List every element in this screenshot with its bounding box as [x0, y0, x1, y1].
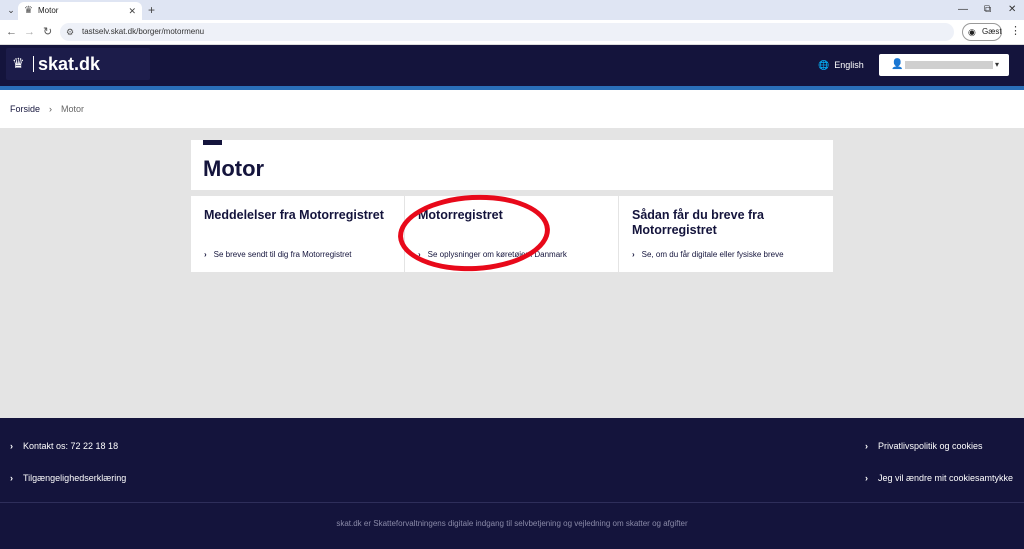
card-title: Meddelelser fra Motorregistret [204, 208, 384, 222]
breadcrumb: Forside › Motor [10, 103, 84, 115]
back-arrow-icon[interactable]: ← [6, 25, 17, 39]
tab-title: Motor [38, 6, 59, 15]
breadcrumb-bar: Forside › Motor [0, 90, 1024, 128]
reload-icon[interactable]: ↻ [43, 25, 52, 39]
browser-address-bar: ← → ↻ ⚙ tastselv.skat.dk/borger/motormen… [0, 20, 1024, 45]
site-header: ♛ skat.dk 🌐 English 👤 ▾ [0, 45, 1024, 86]
forward-arrow-icon[interactable]: → [24, 25, 35, 39]
site-info-icon[interactable]: ⚙ [66, 25, 74, 39]
footer-privacy-label: Privatlivspolitik og cookies [878, 441, 983, 451]
card-breve: Sådan får du breve fra Motorregistret › S… [619, 196, 833, 272]
logo-divider [33, 56, 34, 72]
breadcrumb-home-link[interactable]: Forside [10, 104, 40, 114]
user-menu-dropdown[interactable]: 👤 ▾ [879, 54, 1009, 76]
language-switch-link[interactable]: 🌐 English [818, 59, 864, 71]
card-link-breve[interactable]: › Se, om du får digitale eller fysiske br… [632, 249, 784, 260]
chevron-right-icon: › [10, 441, 13, 451]
chevron-right-icon: › [204, 250, 207, 259]
globe-icon: 🌐 [818, 60, 830, 70]
card-link-meddelelser[interactable]: › Se breve sendt til dig fra Motorregistr… [204, 249, 352, 260]
url-text: tastselv.skat.dk/borger/motormenu [82, 27, 205, 36]
card-title: Sådan får du breve fra Motorregistret [632, 208, 764, 237]
crown-logo-icon: ♛ [12, 55, 25, 71]
user-name-redacted [905, 61, 993, 69]
profile-icon: ◉ [968, 27, 976, 37]
browser-menu-icon[interactable]: ⋮ [1010, 24, 1021, 38]
card-meddelelser: Meddelelser fra Motorregistret › Se breve… [191, 196, 404, 272]
page-title-panel: Motor [191, 140, 833, 190]
footer-tagline: skat.dk er Skatteforvaltningens digitale… [336, 519, 688, 528]
logo-text: skat.dk [38, 54, 101, 74]
footer-accessibility-label: Tilgængelighedserklæring [23, 473, 127, 483]
footer-contact-link[interactable]: › Kontakt os: 72 22 18 18 [10, 440, 118, 452]
footer-privacy-link[interactable]: › Privatlivspolitik og cookies [865, 440, 983, 452]
skat-logo-link[interactable]: ♛ skat.dk [6, 48, 150, 80]
footer-divider [0, 502, 1024, 503]
footer-cookie-label: Jeg vil ændre mit cookiesamtykke [878, 473, 1014, 483]
user-icon: 👤 [891, 59, 904, 70]
chevron-right-icon: › [865, 473, 868, 483]
close-window-icon[interactable]: ✕ [1008, 2, 1016, 18]
breadcrumb-current: Motor [61, 104, 85, 114]
footer-accessibility-link[interactable]: › Tilgængelighedserklæring [10, 472, 126, 484]
caret-down-icon: ▾ [995, 60, 1000, 69]
browser-tab-bar: ⌄ ♛ Motor ✕ + — ⧉ ✕ [0, 0, 1024, 20]
card-link-label: Se, om du får digitale eller fysiske bre… [641, 250, 784, 259]
breadcrumb-chevron-icon: › [49, 104, 53, 114]
minimize-window-icon[interactable]: — [958, 2, 968, 18]
guest-label: Gæst [982, 27, 1002, 36]
browser-tab-motor[interactable]: ♛ Motor ✕ [18, 2, 142, 20]
new-tab-icon[interactable]: + [148, 2, 155, 18]
chevron-right-icon: › [865, 441, 868, 451]
chevron-right-icon: › [10, 473, 13, 483]
language-label: English [834, 60, 864, 70]
card-link-label: Se breve sendt til dig fra Motorregistre… [213, 250, 352, 259]
tab-search-dropdown-icon[interactable]: ⌄ [4, 3, 18, 17]
url-input[interactable]: ⚙ tastselv.skat.dk/borger/motormenu [60, 23, 954, 41]
restore-window-icon[interactable]: ⧉ [984, 2, 991, 18]
tab-close-icon[interactable]: ✕ [128, 5, 136, 17]
title-accent-bar [203, 140, 222, 145]
crown-favicon-icon: ♛ [24, 5, 33, 16]
site-footer: › Kontakt os: 72 22 18 18 › Tilgængelighed… [0, 418, 1024, 549]
chevron-right-icon: › [632, 250, 635, 259]
page-title: Motor [203, 156, 265, 181]
footer-contact-label: Kontakt os: 72 22 18 18 [23, 441, 119, 451]
footer-cookie-link[interactable]: › Jeg vil ændre mit cookiesamtykke [865, 472, 1013, 484]
guest-profile-button[interactable]: ◉ Gæst [962, 23, 1002, 41]
